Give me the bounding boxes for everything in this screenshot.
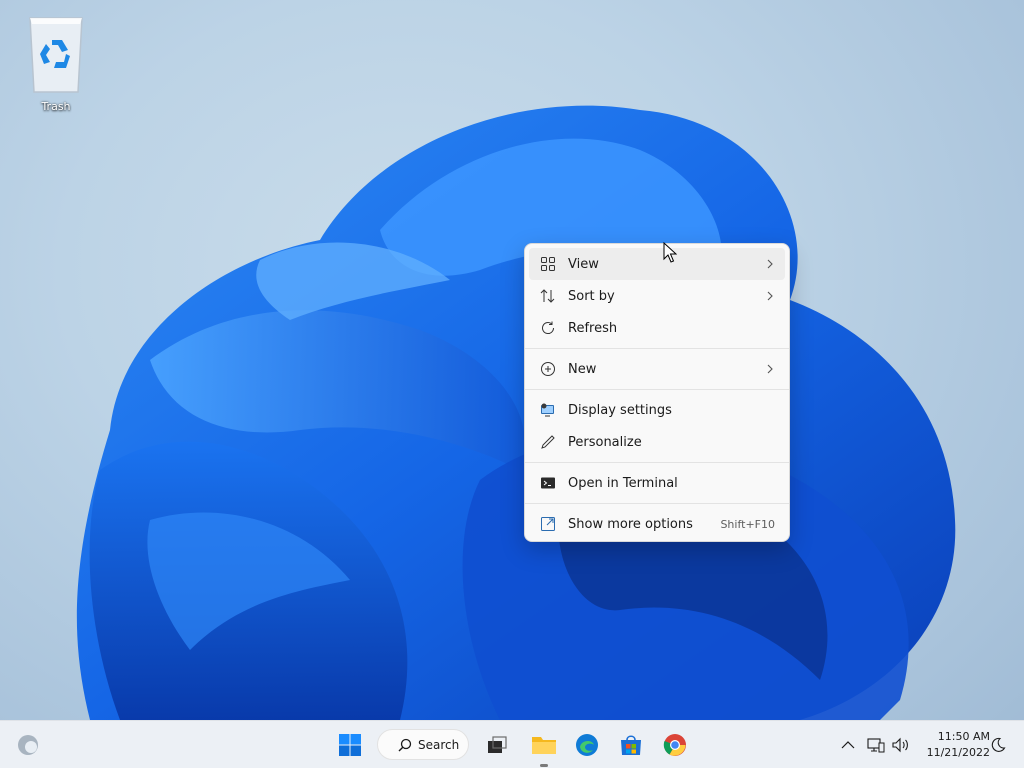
search-icon [398, 738, 412, 751]
network-icon [867, 738, 885, 753]
network-button[interactable] [864, 729, 888, 761]
menu-separator [525, 389, 789, 390]
menu-item-label: New [568, 361, 597, 377]
taskbar-search[interactable]: Search [377, 729, 469, 760]
desktop-icon-trash[interactable]: Trash [14, 8, 98, 113]
edge-button[interactable] [571, 729, 603, 761]
active-app-indicator [540, 764, 548, 767]
desktop-wallpaper [76, 105, 956, 720]
sort-icon [539, 287, 557, 305]
taskbar: Search 11:50 AM 11/21/2022 [0, 720, 1024, 768]
recycle-bin-icon [29, 17, 83, 93]
start-icon [339, 734, 361, 756]
menu-item-sort-by[interactable]: Sort by [529, 280, 785, 312]
menu-separator [525, 348, 789, 349]
moon-icon [991, 737, 1006, 752]
menu-item-open-in-terminal[interactable]: Open in Terminal [529, 467, 785, 499]
chevron-right-icon [767, 259, 773, 269]
widgets-button[interactable] [12, 729, 44, 761]
edge-icon [576, 734, 598, 756]
desktop-icon-label: Trash [41, 100, 71, 113]
store-button[interactable] [615, 729, 647, 761]
clock-time: 11:50 AM [937, 730, 990, 743]
menu-separator [525, 462, 789, 463]
menu-item-label: Personalize [568, 434, 642, 450]
chrome-button[interactable] [659, 729, 691, 761]
notifications-button[interactable] [986, 729, 1010, 761]
chevron-right-icon [767, 364, 773, 374]
task-view-icon [488, 736, 507, 753]
clock-date: 11/21/2022 [926, 746, 990, 759]
menu-item-refresh[interactable]: Refresh [529, 312, 785, 344]
volume-button[interactable] [889, 729, 913, 761]
show-hidden-icons-button[interactable] [836, 729, 860, 761]
start-button[interactable] [334, 729, 366, 761]
menu-item-label: Sort by [568, 288, 615, 304]
file-explorer-icon [532, 737, 556, 754]
menu-item-view[interactable]: View [529, 248, 785, 280]
menu-item-label: Show more options [568, 516, 693, 532]
view-grid-icon [539, 255, 557, 273]
menu-item-personalize[interactable]: Personalize [529, 426, 785, 458]
menu-item-display-settings[interactable]: Display settings [529, 394, 785, 426]
store-icon [621, 735, 641, 755]
display-settings-icon [539, 401, 557, 419]
menu-item-label: Open in Terminal [568, 475, 678, 491]
speaker-icon [892, 737, 908, 753]
chrome-icon [663, 734, 686, 756]
refresh-icon [539, 319, 557, 337]
taskbar-clock[interactable]: 11:50 AM 11/21/2022 [914, 729, 990, 761]
terminal-icon [539, 474, 557, 492]
menu-item-label: Display settings [568, 402, 672, 418]
chevron-right-icon [767, 291, 773, 301]
weather-icon [18, 735, 38, 755]
plus-circle-icon [539, 360, 557, 378]
menu-item-show-more-options[interactable]: Show more options Shift+F10 [529, 508, 785, 540]
search-label: Search [418, 737, 460, 752]
chevron-up-icon [841, 741, 855, 749]
mouse-cursor-icon [663, 242, 677, 263]
menu-item-label: Refresh [568, 320, 618, 336]
file-explorer-button[interactable] [528, 729, 560, 761]
desktop-context-menu: View Sort by Refresh New Display setting… [524, 243, 790, 542]
pen-icon [539, 433, 557, 451]
menu-separator [525, 503, 789, 504]
show-more-icon [539, 515, 557, 533]
shortcut-label: Shift+F10 [720, 517, 775, 531]
task-view-button[interactable] [481, 729, 513, 761]
menu-item-new[interactable]: New [529, 353, 785, 385]
